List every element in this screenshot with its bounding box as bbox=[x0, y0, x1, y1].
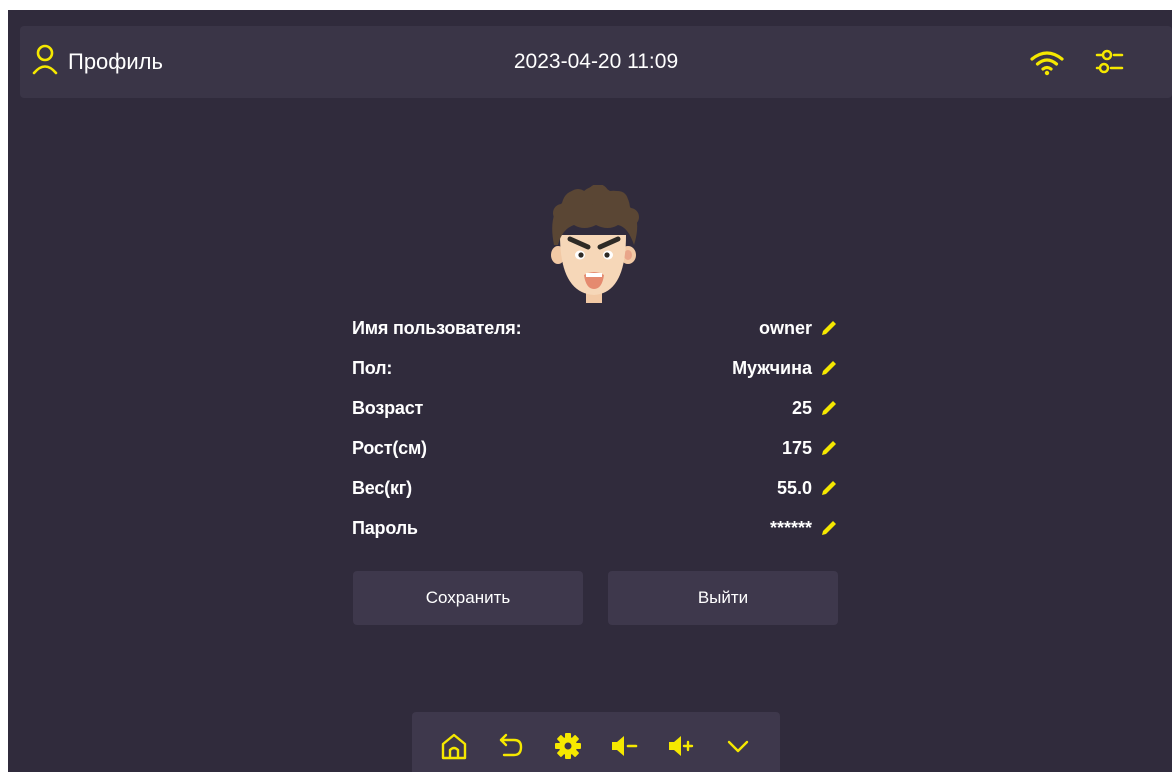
wifi-icon[interactable] bbox=[1030, 50, 1064, 81]
field-value: 175 bbox=[781, 437, 812, 458]
profile-title: Профиль bbox=[32, 26, 163, 98]
field-value: 25 bbox=[791, 397, 812, 418]
field-age: Возраст 25 bbox=[352, 388, 838, 428]
header-bar: Профиль 2023-04-20 11:09 bbox=[20, 26, 1172, 98]
field-label: Пол: bbox=[352, 357, 393, 378]
field-value: ****** bbox=[769, 517, 812, 538]
field-height: Рост(см) 175 bbox=[352, 428, 838, 468]
pencil-icon[interactable] bbox=[820, 399, 838, 417]
settings-gear-icon[interactable] bbox=[553, 731, 583, 761]
field-value: Мужчина bbox=[732, 357, 812, 378]
home-icon[interactable] bbox=[439, 731, 469, 761]
field-username: Имя пользователя: owner bbox=[352, 308, 838, 348]
pencil-icon[interactable] bbox=[820, 519, 838, 537]
field-label: Рост(см) bbox=[352, 437, 427, 458]
profile-screen: Профиль 2023-04-20 11:09 Имя пользовател… bbox=[8, 10, 1172, 772]
pencil-icon[interactable] bbox=[820, 479, 838, 497]
datetime: 2023-04-20 11:09 bbox=[513, 50, 679, 73]
sliders-icon[interactable] bbox=[1095, 46, 1125, 83]
field-gender: Пол: Мужчина bbox=[352, 348, 838, 388]
back-icon[interactable] bbox=[496, 731, 526, 761]
save-button[interactable]: Сохранить bbox=[353, 571, 583, 625]
field-label: Вес(кг) bbox=[352, 477, 412, 498]
field-label: Имя пользователя: bbox=[352, 317, 522, 338]
chevron-down-icon[interactable] bbox=[723, 731, 753, 761]
logout-button[interactable]: Выйти bbox=[608, 571, 838, 625]
bottom-bar bbox=[412, 712, 780, 772]
volume-up-icon[interactable] bbox=[666, 731, 696, 761]
field-label: Пароль bbox=[352, 517, 418, 538]
pencil-icon[interactable] bbox=[820, 439, 838, 457]
pencil-icon[interactable] bbox=[820, 359, 838, 377]
page-title: Профиль bbox=[68, 49, 163, 74]
user-icon bbox=[32, 43, 58, 81]
field-weight: Вес(кг) 55.0 bbox=[352, 468, 838, 508]
field-label: Возраст bbox=[352, 397, 424, 418]
pencil-icon[interactable] bbox=[820, 319, 838, 337]
avatar bbox=[548, 184, 640, 310]
field-password: Пароль ****** bbox=[352, 508, 838, 548]
profile-fields: Имя пользователя: owner Пол: Мужчина Воз… bbox=[352, 308, 838, 548]
field-value: owner bbox=[758, 317, 812, 338]
field-value: 55.0 bbox=[776, 477, 812, 498]
volume-down-icon[interactable] bbox=[609, 731, 639, 761]
